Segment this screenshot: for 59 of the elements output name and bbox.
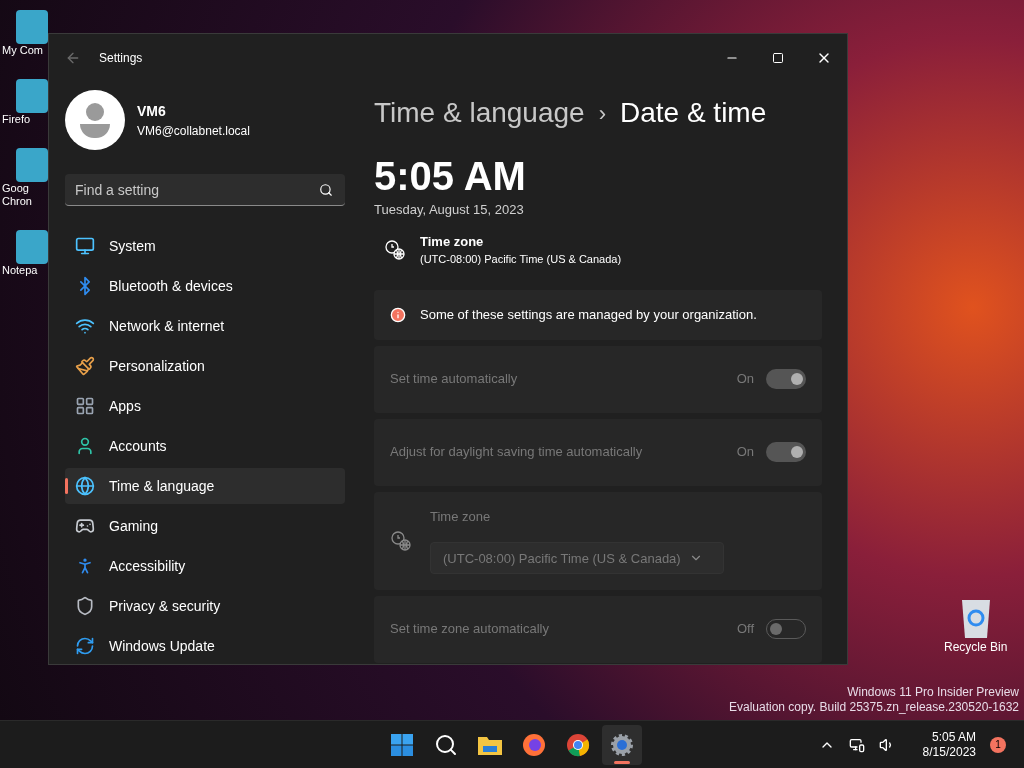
current-time: 5:05 AM — [374, 154, 527, 198]
clock-globe-icon — [384, 238, 406, 261]
toggle-state: On — [736, 370, 754, 389]
window-title: Settings — [99, 50, 143, 67]
evaluation-notice: Evaluation copy. Build 25375.zn_release.230520-1632 — [729, 700, 1019, 715]
desktop-icon-label[interactable]: Recycle Bin — [944, 638, 1008, 656]
notice-text: Some of these settings are managed by your organization. — [420, 305, 757, 324]
nav-item[interactable]: Apps — [65, 388, 345, 424]
nav-item[interactable]: Windows Update — [65, 628, 345, 664]
info-icon — [390, 306, 406, 323]
maximize-icon — [772, 52, 784, 64]
desktop-icon-label[interactable]: Goog Chron — [2, 182, 46, 208]
search-icon — [319, 183, 333, 197]
round-browser-icon — [566, 732, 590, 757]
page-title: Date & time — [620, 96, 767, 130]
setting-label: Set time automatically — [390, 370, 518, 389]
clock-globe-icon — [390, 529, 412, 552]
shield-icon — [75, 596, 95, 616]
person-icon — [75, 436, 95, 456]
nav-item[interactable]: Time & language — [65, 468, 345, 504]
notification-badge[interactable]: 1 — [990, 736, 1006, 753]
time-zone-label: Time zone — [420, 232, 485, 251]
update-icon — [75, 636, 95, 656]
time-zone-value: (UTC-08:00) Pacific Time (US & Canada) — [420, 252, 622, 267]
search-icon — [434, 732, 458, 757]
monitor-icon — [75, 236, 95, 256]
avatar[interactable] — [65, 90, 125, 150]
setting-label: Adjust for daylight saving time automatically — [390, 443, 643, 462]
toggle-state: Off — [736, 620, 754, 639]
desktop-icon-label[interactable]: My Com — [2, 44, 46, 57]
paintbrush-icon — [75, 356, 95, 376]
current-date: Tuesday, August 15, 2023 — [374, 201, 525, 219]
wifi-icon — [75, 316, 95, 336]
desktop-icon-label[interactable]: Notepa — [2, 264, 46, 277]
network-icon[interactable] — [848, 736, 865, 753]
nav-item[interactable]: Network & internet — [65, 308, 345, 344]
nav-item[interactable]: Gaming — [65, 508, 345, 544]
setting-label: Set time zone automatically — [390, 620, 549, 639]
search-field[interactable]: Find a setting — [65, 174, 345, 206]
user-name: VM6 — [137, 101, 167, 121]
nav-item[interactable]: Privacy & security — [65, 588, 345, 624]
gamepad-icon — [75, 516, 95, 536]
nav-item[interactable]: System — [65, 228, 345, 264]
toggle-state: On — [736, 443, 754, 462]
desktop-icon-label[interactable]: Firefo — [2, 113, 46, 126]
breadcrumb-separator: › — [598, 99, 606, 128]
setting-label: Time zone — [430, 507, 492, 526]
windows-logo-icon — [390, 732, 414, 757]
nav-item[interactable]: Accounts — [65, 428, 345, 464]
nav-item[interactable]: Accessibility — [65, 548, 345, 584]
taskbar-app-button[interactable] — [602, 724, 642, 765]
apps-grid-icon — [75, 396, 95, 416]
tray-clock[interactable]: 5:05 AM 8/15/2023 — [922, 729, 976, 760]
nav-item[interactable]: Personalization — [65, 348, 345, 384]
breadcrumb-parent[interactable]: Time & language — [374, 92, 585, 134]
gear-icon — [610, 732, 634, 757]
user-email: VM6@collabnet.local — [137, 122, 250, 140]
evaluation-notice: Windows 11 Pro Insider Preview — [847, 685, 1019, 700]
nav-item[interactable]: Bluetooth & devices — [65, 268, 345, 304]
